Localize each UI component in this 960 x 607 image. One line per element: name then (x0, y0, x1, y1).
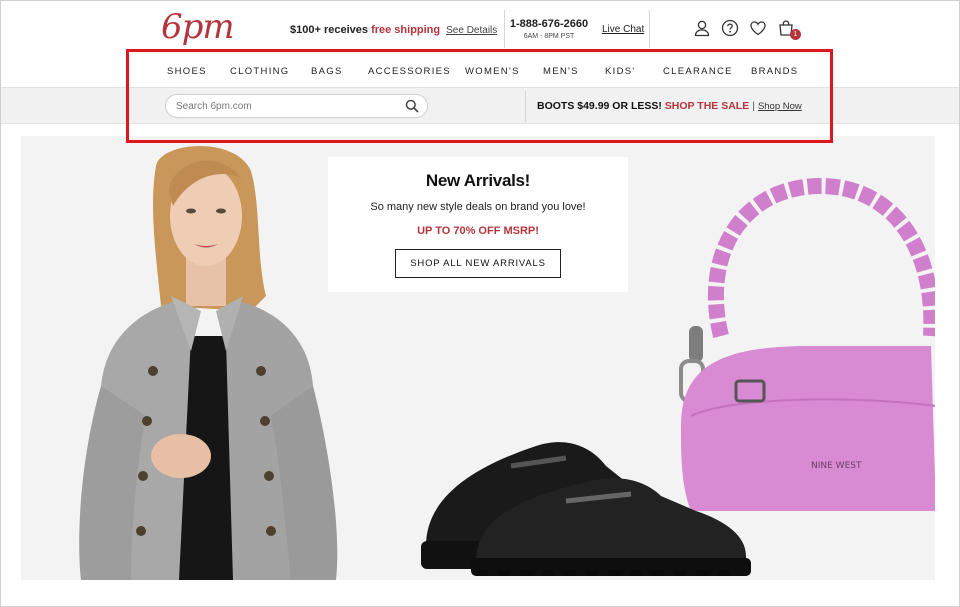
see-details-link[interactable]: See Details (446, 25, 497, 36)
shipping-text: $100+ receives (290, 24, 372, 36)
phone-number[interactable]: 1-888-676-2660 (505, 18, 593, 30)
page: 6pm $100+ receives free shipping See Deta… (0, 0, 960, 607)
free-shipping-text: free shipping (371, 24, 441, 36)
logo[interactable]: 6pm (161, 7, 235, 47)
hero-banner[interactable]: New Arrivals! So many new style deals on… (21, 136, 935, 580)
user-icon[interactable] (693, 19, 711, 37)
shop-all-new-arrivals-button[interactable]: SHOP ALL NEW ARRIVALS (395, 249, 561, 278)
hero-title: New Arrivals! (425, 171, 531, 190)
model-image (79, 146, 338, 580)
live-chat-link[interactable]: Live Chat (602, 24, 644, 35)
heart-icon[interactable] (749, 19, 767, 37)
phone-block: 1-888-676-2660 6AM - 8PM PST (505, 18, 593, 40)
shipping-banner: $100+ receives free shipping See Details (290, 24, 497, 36)
highlight-box (126, 49, 833, 143)
loafers-image (421, 442, 751, 576)
cart-icon[interactable]: 1 (777, 19, 801, 40)
hero-subtitle: So many new style deals on brand you lov… (370, 201, 586, 213)
help-icon[interactable] (721, 19, 739, 37)
new-arrivals-card: New Arrivals! So many new style deals on… (328, 157, 628, 292)
hero-offer: UP TO 70% OFF MSRP! (417, 225, 539, 237)
cart-count-badge: 1 (790, 29, 801, 40)
header-icons: 1 (693, 19, 801, 41)
header-divider (649, 10, 650, 48)
support-hours: 6AM - 8PM PST (523, 33, 575, 40)
bag-brand-label: NINE WEST (811, 461, 862, 471)
site-header: 6pm $100+ receives free shipping See Deta… (1, 1, 959, 53)
